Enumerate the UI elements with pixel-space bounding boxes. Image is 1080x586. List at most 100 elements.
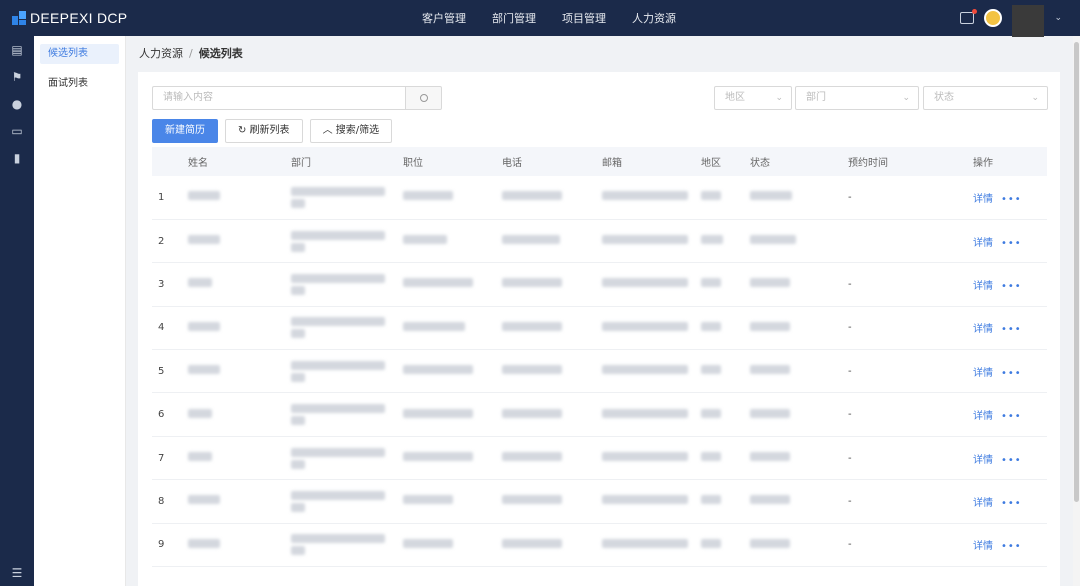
status-cell-redacted bbox=[744, 436, 842, 479]
table-row[interactable]: 3 - 详情 ••• bbox=[152, 263, 1047, 307]
more-icon[interactable]: ••• bbox=[1001, 194, 1022, 205]
subnav-item-interviews[interactable]: 面试列表 bbox=[40, 74, 119, 94]
table-row[interactable]: 6 - 详情 ••• bbox=[152, 393, 1047, 437]
detail-link[interactable]: 详情 bbox=[973, 368, 993, 379]
document-icon[interactable]: ▤ bbox=[0, 36, 34, 63]
chevron-down-icon: ⌄ bbox=[775, 93, 783, 103]
page-scrollbar[interactable] bbox=[1073, 36, 1080, 586]
trash-icon[interactable]: ▮ bbox=[0, 144, 34, 171]
table-row[interactable]: 4 - 详情 ••• bbox=[152, 306, 1047, 350]
row-index: 6 bbox=[158, 409, 165, 421]
appointment-cell: - bbox=[848, 539, 852, 551]
status-cell-redacted bbox=[744, 306, 842, 349]
avatar[interactable] bbox=[984, 9, 1003, 27]
topnav-item-hr[interactable]: 人力资源 bbox=[632, 10, 676, 26]
table-row[interactable]: 2 详情 ••• bbox=[152, 219, 1047, 263]
col-name: 姓名 bbox=[188, 158, 208, 169]
email-cell-redacted bbox=[596, 523, 695, 566]
detail-link[interactable]: 详情 bbox=[973, 498, 993, 509]
message-icon[interactable] bbox=[960, 9, 978, 24]
name-cell-redacted bbox=[182, 393, 285, 436]
position-cell-redacted bbox=[397, 263, 496, 306]
detail-link[interactable]: 详情 bbox=[973, 324, 993, 335]
region-select[interactable]: 地区 ⌄ bbox=[714, 86, 792, 110]
more-icon[interactable]: ••• bbox=[1001, 281, 1022, 292]
appointment-cell: - bbox=[848, 322, 852, 334]
table-row[interactable]: 8 - 详情 ••• bbox=[152, 480, 1047, 524]
topnav-item-departments[interactable]: 部门管理 bbox=[492, 10, 536, 26]
phone-cell-redacted bbox=[496, 219, 596, 262]
phone-cell-redacted bbox=[496, 350, 596, 393]
more-icon[interactable]: ••• bbox=[1001, 238, 1022, 249]
more-icon[interactable]: ••• bbox=[1001, 498, 1022, 509]
table-row[interactable]: 7 - 详情 ••• bbox=[152, 436, 1047, 480]
email-cell-redacted bbox=[596, 219, 695, 262]
actions-cell: 详情 ••• bbox=[967, 219, 1047, 262]
row-index: 3 bbox=[158, 278, 165, 290]
search-box: 请输入内容 bbox=[152, 86, 442, 110]
topnav-item-customers[interactable]: 客户管理 bbox=[422, 10, 466, 26]
app-logo[interactable]: DEEPEXI DCP bbox=[0, 10, 250, 26]
position-cell-redacted bbox=[397, 523, 496, 566]
region-select-label: 地区 bbox=[725, 92, 745, 103]
chevron-down-icon[interactable]: ⌄ bbox=[1054, 13, 1062, 23]
breadcrumb: 人力资源 / 候选列表 bbox=[127, 36, 1073, 72]
col-region: 地区 bbox=[701, 158, 721, 169]
more-icon[interactable]: ••• bbox=[1001, 541, 1022, 552]
appointment-cell: - bbox=[848, 191, 852, 203]
more-icon[interactable]: ••• bbox=[1001, 324, 1022, 335]
status-cell-redacted bbox=[744, 263, 842, 306]
actions-cell: 详情 ••• bbox=[967, 523, 1047, 566]
more-icon[interactable]: ••• bbox=[1001, 368, 1022, 379]
table-row[interactable]: 9 - 详情 ••• bbox=[152, 523, 1047, 567]
status-cell-redacted bbox=[744, 480, 842, 523]
name-cell-redacted bbox=[182, 176, 285, 219]
search-input[interactable]: 请输入内容 bbox=[152, 86, 405, 110]
person-icon[interactable]: ● bbox=[0, 90, 34, 117]
search-filter-button[interactable]: ︿ 搜索/筛选 bbox=[309, 119, 393, 143]
more-icon[interactable]: ••• bbox=[1001, 411, 1022, 422]
col-index bbox=[152, 147, 182, 176]
detail-link[interactable]: 详情 bbox=[973, 455, 993, 466]
status-select[interactable]: 状态 ⌄ bbox=[923, 86, 1048, 110]
detail-link[interactable]: 详情 bbox=[973, 238, 993, 249]
subnav-item-candidates[interactable]: 候选列表 bbox=[40, 44, 119, 64]
name-cell-redacted bbox=[182, 306, 285, 349]
status-select-label: 状态 bbox=[934, 92, 954, 103]
name-cell-redacted bbox=[182, 263, 285, 306]
department-cell-redacted bbox=[285, 306, 397, 349]
name-cell-redacted bbox=[182, 350, 285, 393]
department-cell-redacted bbox=[285, 263, 397, 306]
detail-link[interactable]: 详情 bbox=[973, 194, 993, 205]
col-status: 状态 bbox=[750, 158, 770, 169]
collapse-sidebar-icon[interactable]: ☰ bbox=[0, 566, 34, 580]
table-row[interactable]: 5 - 详情 ••• bbox=[152, 350, 1047, 393]
detail-link[interactable]: 详情 bbox=[973, 281, 993, 292]
new-resume-button[interactable]: 新建简历 bbox=[152, 119, 218, 143]
appointment-cell: - bbox=[848, 452, 852, 464]
table-row[interactable]: 1 - 详情 ••• bbox=[152, 176, 1047, 220]
topnav-item-projects[interactable]: 项目管理 bbox=[562, 10, 606, 26]
more-icon[interactable]: ••• bbox=[1001, 455, 1022, 466]
breadcrumb-root[interactable]: 人力资源 bbox=[139, 47, 183, 60]
name-cell-redacted bbox=[182, 436, 285, 479]
search-button[interactable] bbox=[405, 86, 442, 110]
detail-link[interactable]: 详情 bbox=[973, 411, 993, 422]
actions-cell: 详情 ••• bbox=[967, 436, 1047, 479]
status-cell-redacted bbox=[744, 350, 842, 393]
department-select[interactable]: 部门 ⌄ bbox=[795, 86, 919, 110]
detail-link[interactable]: 详情 bbox=[973, 541, 993, 552]
refresh-list-button[interactable]: ↻ 刷新列表 bbox=[225, 119, 303, 143]
col-email: 邮箱 bbox=[602, 158, 622, 169]
top-nav: 客户管理 部门管理 项目管理 人力资源 bbox=[422, 10, 676, 26]
scrollbar-thumb[interactable] bbox=[1074, 42, 1079, 502]
position-cell-redacted bbox=[397, 436, 496, 479]
row-index: 2 bbox=[158, 235, 165, 247]
department-cell-redacted bbox=[285, 480, 397, 523]
flag-icon[interactable]: ⚑ bbox=[0, 63, 34, 90]
status-cell-redacted bbox=[744, 219, 842, 262]
department-cell-redacted bbox=[285, 393, 397, 436]
department-select-label: 部门 bbox=[806, 92, 826, 103]
archive-icon[interactable]: ▭ bbox=[0, 117, 34, 144]
region-cell-redacted bbox=[695, 219, 744, 262]
